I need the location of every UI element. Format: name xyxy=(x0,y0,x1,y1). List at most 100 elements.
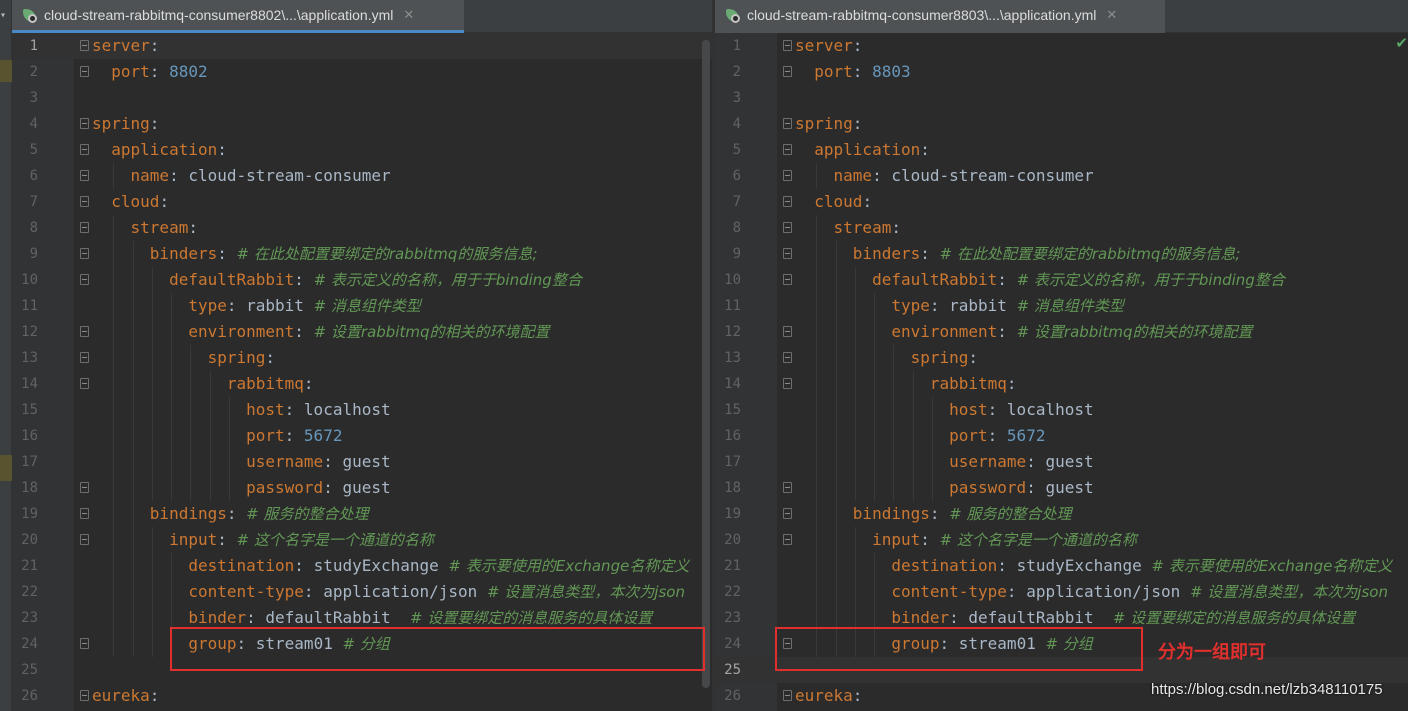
code-line[interactable]: 6 name: cloud-stream-consumer xyxy=(12,163,712,189)
fold-marker-icon[interactable] xyxy=(80,534,89,545)
fold-marker-icon[interactable] xyxy=(783,352,792,363)
fold-marker-icon[interactable] xyxy=(80,326,89,337)
code-line[interactable]: 17 username: guest xyxy=(12,449,712,475)
code-line[interactable]: 9 binders: # 在此处配置要绑定的rabbitmq的服务信息; xyxy=(12,241,712,267)
code-line[interactable]: 22 content-type: application/json # 设置消息… xyxy=(12,579,712,605)
code-line[interactable]: 21 destination: studyExchange # 表示要使用的Ex… xyxy=(12,553,712,579)
fold-marker-icon[interactable] xyxy=(783,326,792,337)
fold-marker-icon[interactable] xyxy=(80,508,89,519)
code-line[interactable]: 19 bindings: # 服务的整合处理 xyxy=(12,501,712,527)
close-icon[interactable]: ✕ xyxy=(1106,8,1117,23)
fold-marker-icon[interactable] xyxy=(80,248,89,259)
fold-marker-icon[interactable] xyxy=(80,690,89,701)
fold-marker-icon[interactable] xyxy=(783,222,792,233)
code-line[interactable]: 20 input: # 这个名字是一个通道的名称 xyxy=(12,527,712,553)
tab-application-yml-8803[interactable]: cloud-stream-rabbitmq-consumer8803\...\a… xyxy=(715,0,1165,33)
code-line[interactable]: 7 cloud: xyxy=(12,189,712,215)
fold-marker-icon[interactable] xyxy=(80,144,89,155)
code-line[interactable]: 7 cloud: xyxy=(715,189,1408,215)
code-line[interactable]: 3 xyxy=(12,85,712,111)
fold-marker-icon[interactable] xyxy=(783,118,792,129)
code-line[interactable]: 18 password: guest xyxy=(715,475,1408,501)
code-line[interactable]: 18 password: guest xyxy=(12,475,712,501)
vertical-scrollbar[interactable] xyxy=(702,40,710,688)
fold-marker-icon[interactable] xyxy=(80,274,89,285)
code-line[interactable]: 12 environment: # 设置rabbitmq的相关的环境配置 xyxy=(715,319,1408,345)
fold-marker-icon[interactable] xyxy=(80,222,89,233)
code-line[interactable]: 3 xyxy=(715,85,1408,111)
code-line[interactable]: 5 application: xyxy=(715,137,1408,163)
fold-marker-icon[interactable] xyxy=(783,196,792,207)
yaml-value: : xyxy=(852,686,863,705)
code-line[interactable]: 26 eureka: xyxy=(12,683,712,709)
fold-marker-icon[interactable] xyxy=(783,144,792,155)
code-text: server: xyxy=(92,33,159,59)
code-line[interactable]: 8 stream: xyxy=(715,215,1408,241)
code-line[interactable]: 19 bindings: # 服务的整合处理 xyxy=(715,501,1408,527)
code-line[interactable]: 2 port: 8802 xyxy=(12,59,712,85)
fold-marker-icon[interactable] xyxy=(783,508,792,519)
code-line[interactable]: 1 server: xyxy=(715,33,1408,59)
code-line[interactable]: 12 environment: # 设置rabbitmq的相关的环境配置 xyxy=(12,319,712,345)
yaml-value: : xyxy=(891,218,901,237)
close-icon[interactable]: ✕ xyxy=(403,8,414,23)
code-line[interactable]: 4 spring: xyxy=(715,111,1408,137)
code-line[interactable]: 8 stream: xyxy=(12,215,712,241)
code-line[interactable]: 15 host: localhost xyxy=(12,397,712,423)
code-line[interactable]: 13 spring: xyxy=(715,345,1408,371)
line-number: 19 xyxy=(21,506,38,522)
yaml-key: eureka xyxy=(795,686,853,705)
fold-marker-icon[interactable] xyxy=(783,40,792,51)
fold-marker-icon[interactable] xyxy=(80,40,89,51)
fold-marker-icon[interactable] xyxy=(783,690,792,701)
fold-marker-icon[interactable] xyxy=(783,248,792,259)
code-line[interactable]: 13 spring: xyxy=(12,345,712,371)
code-line[interactable]: 10 defaultRabbit: # 表示定义的名称，用于于binding整合 xyxy=(12,267,712,293)
fold-marker-icon[interactable] xyxy=(80,66,89,77)
yaml-comment: # 表示定义的名称，用于于binding整合 xyxy=(1016,271,1285,289)
code-line[interactable]: 6 name: cloud-stream-consumer xyxy=(715,163,1408,189)
code-line[interactable]: 14 rabbitmq: xyxy=(12,371,712,397)
fold-marker-icon[interactable] xyxy=(80,482,89,493)
code-line[interactable]: 4 spring: xyxy=(12,111,712,137)
code-line[interactable]: 2 port: 8803 xyxy=(715,59,1408,85)
code-line[interactable]: 16 port: 5672 xyxy=(715,423,1408,449)
fold-marker-icon[interactable] xyxy=(783,170,792,181)
yaml-key: username xyxy=(795,452,1027,471)
fold-marker-icon[interactable] xyxy=(783,66,792,77)
code-line[interactable]: 17 username: guest xyxy=(715,449,1408,475)
fold-marker-icon[interactable] xyxy=(783,482,792,493)
fold-marker-icon[interactable] xyxy=(80,170,89,181)
code-text: type: rabbit # 消息组件类型 xyxy=(795,293,1124,319)
code-line[interactable]: 11 type: rabbit # 消息组件类型 xyxy=(715,293,1408,319)
code-line[interactable]: 9 binders: # 在此处配置要绑定的rabbitmq的服务信息; xyxy=(715,241,1408,267)
collapse-arrow-icon[interactable]: ▾ xyxy=(0,10,6,21)
code-editor[interactable]: 1 server: 2 port: 8803 3 4 spring: 5 applicati… xyxy=(715,33,1408,711)
code-text: port: 8803 xyxy=(795,59,910,85)
code-line[interactable]: 14 rabbitmq: xyxy=(715,371,1408,397)
code-text: cloud: xyxy=(92,189,169,215)
line-number: 20 xyxy=(21,532,38,548)
code-line[interactable]: 11 type: rabbit # 消息组件类型 xyxy=(12,293,712,319)
code-line[interactable]: 16 port: 5672 xyxy=(12,423,712,449)
code-line[interactable]: 15 host: localhost xyxy=(715,397,1408,423)
fold-marker-icon[interactable] xyxy=(783,534,792,545)
fold-marker-icon[interactable] xyxy=(80,378,89,389)
tab-application-yml-8802[interactable]: cloud-stream-rabbitmq-consumer8802\...\a… xyxy=(12,0,464,33)
yaml-key: content-type xyxy=(92,582,304,601)
fold-marker-icon[interactable] xyxy=(80,352,89,363)
code-line[interactable]: 22 content-type: application/json # 设置消息… xyxy=(715,579,1408,605)
line-number: 21 xyxy=(21,558,38,574)
code-editor[interactable]: 1 server: 2 port: 8802 3 4 spring: 5 applicati… xyxy=(12,33,712,711)
code-line[interactable]: 1 server: xyxy=(12,33,712,59)
code-line[interactable]: 20 input: # 这个名字是一个通道的名称 xyxy=(715,527,1408,553)
code-line[interactable]: 10 defaultRabbit: # 表示定义的名称，用于于binding整合 xyxy=(715,267,1408,293)
fold-marker-icon[interactable] xyxy=(80,118,89,129)
code-line[interactable]: 21 destination: studyExchange # 表示要使用的Ex… xyxy=(715,553,1408,579)
fold-marker-icon[interactable] xyxy=(783,378,792,389)
code-line[interactable]: 5 application: xyxy=(12,137,712,163)
fold-marker-icon[interactable] xyxy=(80,638,89,649)
yaml-number: 8802 xyxy=(169,62,208,81)
fold-marker-icon[interactable] xyxy=(80,196,89,207)
fold-marker-icon[interactable] xyxy=(783,274,792,285)
